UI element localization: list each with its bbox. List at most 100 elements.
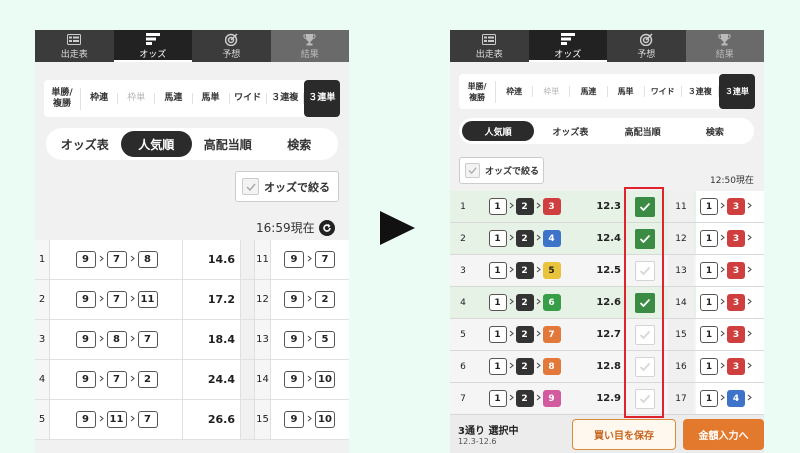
horse-number: 1 xyxy=(700,198,718,215)
horse-number: 2 xyxy=(137,371,158,388)
table-row[interactable]: 5 9 11 7 26.6 15 9 10 xyxy=(35,400,349,440)
arrow-icon xyxy=(509,394,514,403)
bet-tab-trio[interactable]: ３連複 xyxy=(267,93,304,104)
arrow-icon xyxy=(130,375,135,384)
rank-cell: 13 xyxy=(255,320,271,359)
table-row[interactable]: 7 1 2 9 12.9 17 1 4 xyxy=(450,383,764,415)
horse-number: 9 xyxy=(542,390,561,407)
bet-tab-trifecta[interactable]: ３連単 xyxy=(718,74,755,109)
view-high-payout[interactable]: 高配当順 xyxy=(192,131,264,157)
selection-count: 3通り 選択中 xyxy=(458,426,519,437)
bet-type-tabs: 単勝/ 複勝 枠連 枠単 馬連 馬単 ワイド ３連複 ３連単 xyxy=(459,74,755,109)
table-row[interactable]: 4 9 7 2 24.4 14 9 10 xyxy=(35,360,349,400)
odds-cell: 26.6 xyxy=(184,400,241,439)
rank-cell: 1 xyxy=(35,240,50,279)
rank-cell: 16 xyxy=(668,351,694,382)
arrow-icon xyxy=(720,298,725,307)
horse-number: 5 xyxy=(315,331,335,348)
arrow-icon xyxy=(307,335,312,344)
horse-number: 1 xyxy=(488,262,507,279)
update-time: 12:50現在 xyxy=(710,176,754,186)
bet-tab-bracket-quinella[interactable]: 枠連 xyxy=(496,86,534,97)
bet-tab-bracket-exacta: 枠単 xyxy=(533,86,571,97)
rank-cell: 12 xyxy=(255,280,271,319)
rank-cell: 6 xyxy=(460,361,466,372)
odds-filter-button[interactable]: オッズで絞る xyxy=(459,157,544,184)
table-row[interactable]: 2 9 7 11 17.2 12 9 2 xyxy=(35,280,349,320)
view-odds-table[interactable]: オッズ表 xyxy=(534,121,606,141)
column-gap xyxy=(241,360,255,399)
view-search[interactable]: 検索 xyxy=(264,131,336,157)
tab-results[interactable]: 結果 xyxy=(685,30,764,62)
table-row[interactable]: 5 1 2 7 12.7 15 1 3 xyxy=(450,319,764,351)
bet-tab-win-place[interactable]: 単勝/ 複勝 xyxy=(44,87,82,110)
update-time: 16:59現在 xyxy=(256,219,335,236)
table-row[interactable]: 3 1 2 5 12.5 13 1 3 xyxy=(450,255,764,287)
view-popularity[interactable]: 人気順 xyxy=(462,121,535,141)
arrow-icon xyxy=(130,415,135,424)
arrow-icon xyxy=(747,362,752,371)
bet-tab-bracket-quinella[interactable]: 枠連 xyxy=(81,93,119,104)
tab-odds[interactable]: オッズ xyxy=(528,30,607,62)
bet-tab-quinella[interactable]: 馬連 xyxy=(155,93,193,104)
bet-tab-win-place[interactable]: 単勝/ 複勝 xyxy=(459,80,497,103)
horse-number: 10 xyxy=(315,411,335,428)
save-bets-button[interactable]: 買い目を保存 xyxy=(572,419,676,450)
arrow-icon xyxy=(509,298,514,307)
arrow-icon xyxy=(99,335,104,344)
table-row[interactable]: 1 1 2 3 12.3 11 1 3 xyxy=(450,191,764,223)
table-row[interactable]: 6 1 2 8 12.8 16 1 3 xyxy=(450,351,764,383)
horse-number: 3 xyxy=(727,230,745,247)
combination-cell: 13 xyxy=(696,255,764,286)
tab-prediction[interactable]: 予想 xyxy=(192,30,271,62)
tab-race-card[interactable]: 出走表 xyxy=(35,30,114,62)
view-odds-table[interactable]: オッズ表 xyxy=(49,131,121,157)
table-row[interactable]: 2 1 2 4 12.4 12 1 3 xyxy=(450,223,764,255)
tab-prediction[interactable]: 予想 xyxy=(607,30,686,62)
odds-cell: 12.7 xyxy=(596,329,621,340)
tab-race-card[interactable]: 出走表 xyxy=(450,30,529,62)
combination-cell: 14 xyxy=(696,383,764,414)
rank-cell: 14 xyxy=(255,360,271,399)
horse-number: 9 xyxy=(284,331,304,348)
table-row[interactable]: 3 9 8 7 18.4 13 9 5 xyxy=(35,320,349,360)
bet-type-tabs: 単勝/ 複勝 枠連 枠単 馬連 馬単 ワイド ３連複 ３連単 xyxy=(44,80,340,117)
horse-number: 1 xyxy=(488,294,507,311)
odds-cell: 18.4 xyxy=(184,320,241,359)
bet-tab-exacta[interactable]: 馬単 xyxy=(193,93,230,104)
bet-tab-quinella[interactable]: 馬連 xyxy=(570,86,608,97)
view-popularity[interactable]: 人気順 xyxy=(120,131,192,157)
tab-odds[interactable]: オッズ xyxy=(113,30,192,62)
horse-number: 3 xyxy=(542,198,561,215)
view-high-payout[interactable]: 高配当順 xyxy=(607,121,679,141)
bet-tab-exacta[interactable]: 馬単 xyxy=(608,86,645,97)
odds-icon xyxy=(145,33,160,46)
table-row[interactable]: 4 1 2 6 12.6 14 1 3 xyxy=(450,287,764,319)
arrow-icon xyxy=(509,362,514,371)
horse-number: 7 xyxy=(106,371,127,388)
odds-filter-button[interactable]: オッズで絞る xyxy=(235,171,339,202)
tab-results[interactable]: 結果 xyxy=(270,30,349,62)
bet-tab-trio[interactable]: ３連複 xyxy=(682,86,719,97)
arrow-icon xyxy=(720,234,725,243)
table-row[interactable]: 1 9 7 8 14.6 11 9 7 xyxy=(35,240,349,280)
combination-cell: 95 xyxy=(272,320,349,359)
trophy-icon xyxy=(718,33,731,46)
column-gap xyxy=(241,400,255,439)
refresh-icon[interactable] xyxy=(318,219,335,236)
arrow-icon xyxy=(130,295,135,304)
bet-tab-wide[interactable]: ワイド xyxy=(645,86,682,97)
combination-cell: 13 xyxy=(696,223,764,254)
bet-tab-bracket-exacta: 枠単 xyxy=(118,93,156,104)
arrow-icon xyxy=(747,394,752,403)
bet-tab-trifecta[interactable]: ３連単 xyxy=(303,80,340,117)
combination-cell: 987 xyxy=(51,320,183,359)
view-search[interactable]: 検索 xyxy=(679,121,751,141)
rank-cell: 2 xyxy=(460,233,466,244)
arrow-icon xyxy=(536,234,541,243)
enter-amount-button[interactable]: 金額入力へ xyxy=(683,419,764,450)
bet-tab-wide[interactable]: ワイド xyxy=(230,93,267,104)
combination-cell: 13 xyxy=(696,351,764,382)
left-screen: 出走表 オッズ 予想 結果 単勝/ 複勝 枠連 枠単 馬連 馬単 ワイド ３連複… xyxy=(35,30,349,453)
arrow-icon xyxy=(720,330,725,339)
